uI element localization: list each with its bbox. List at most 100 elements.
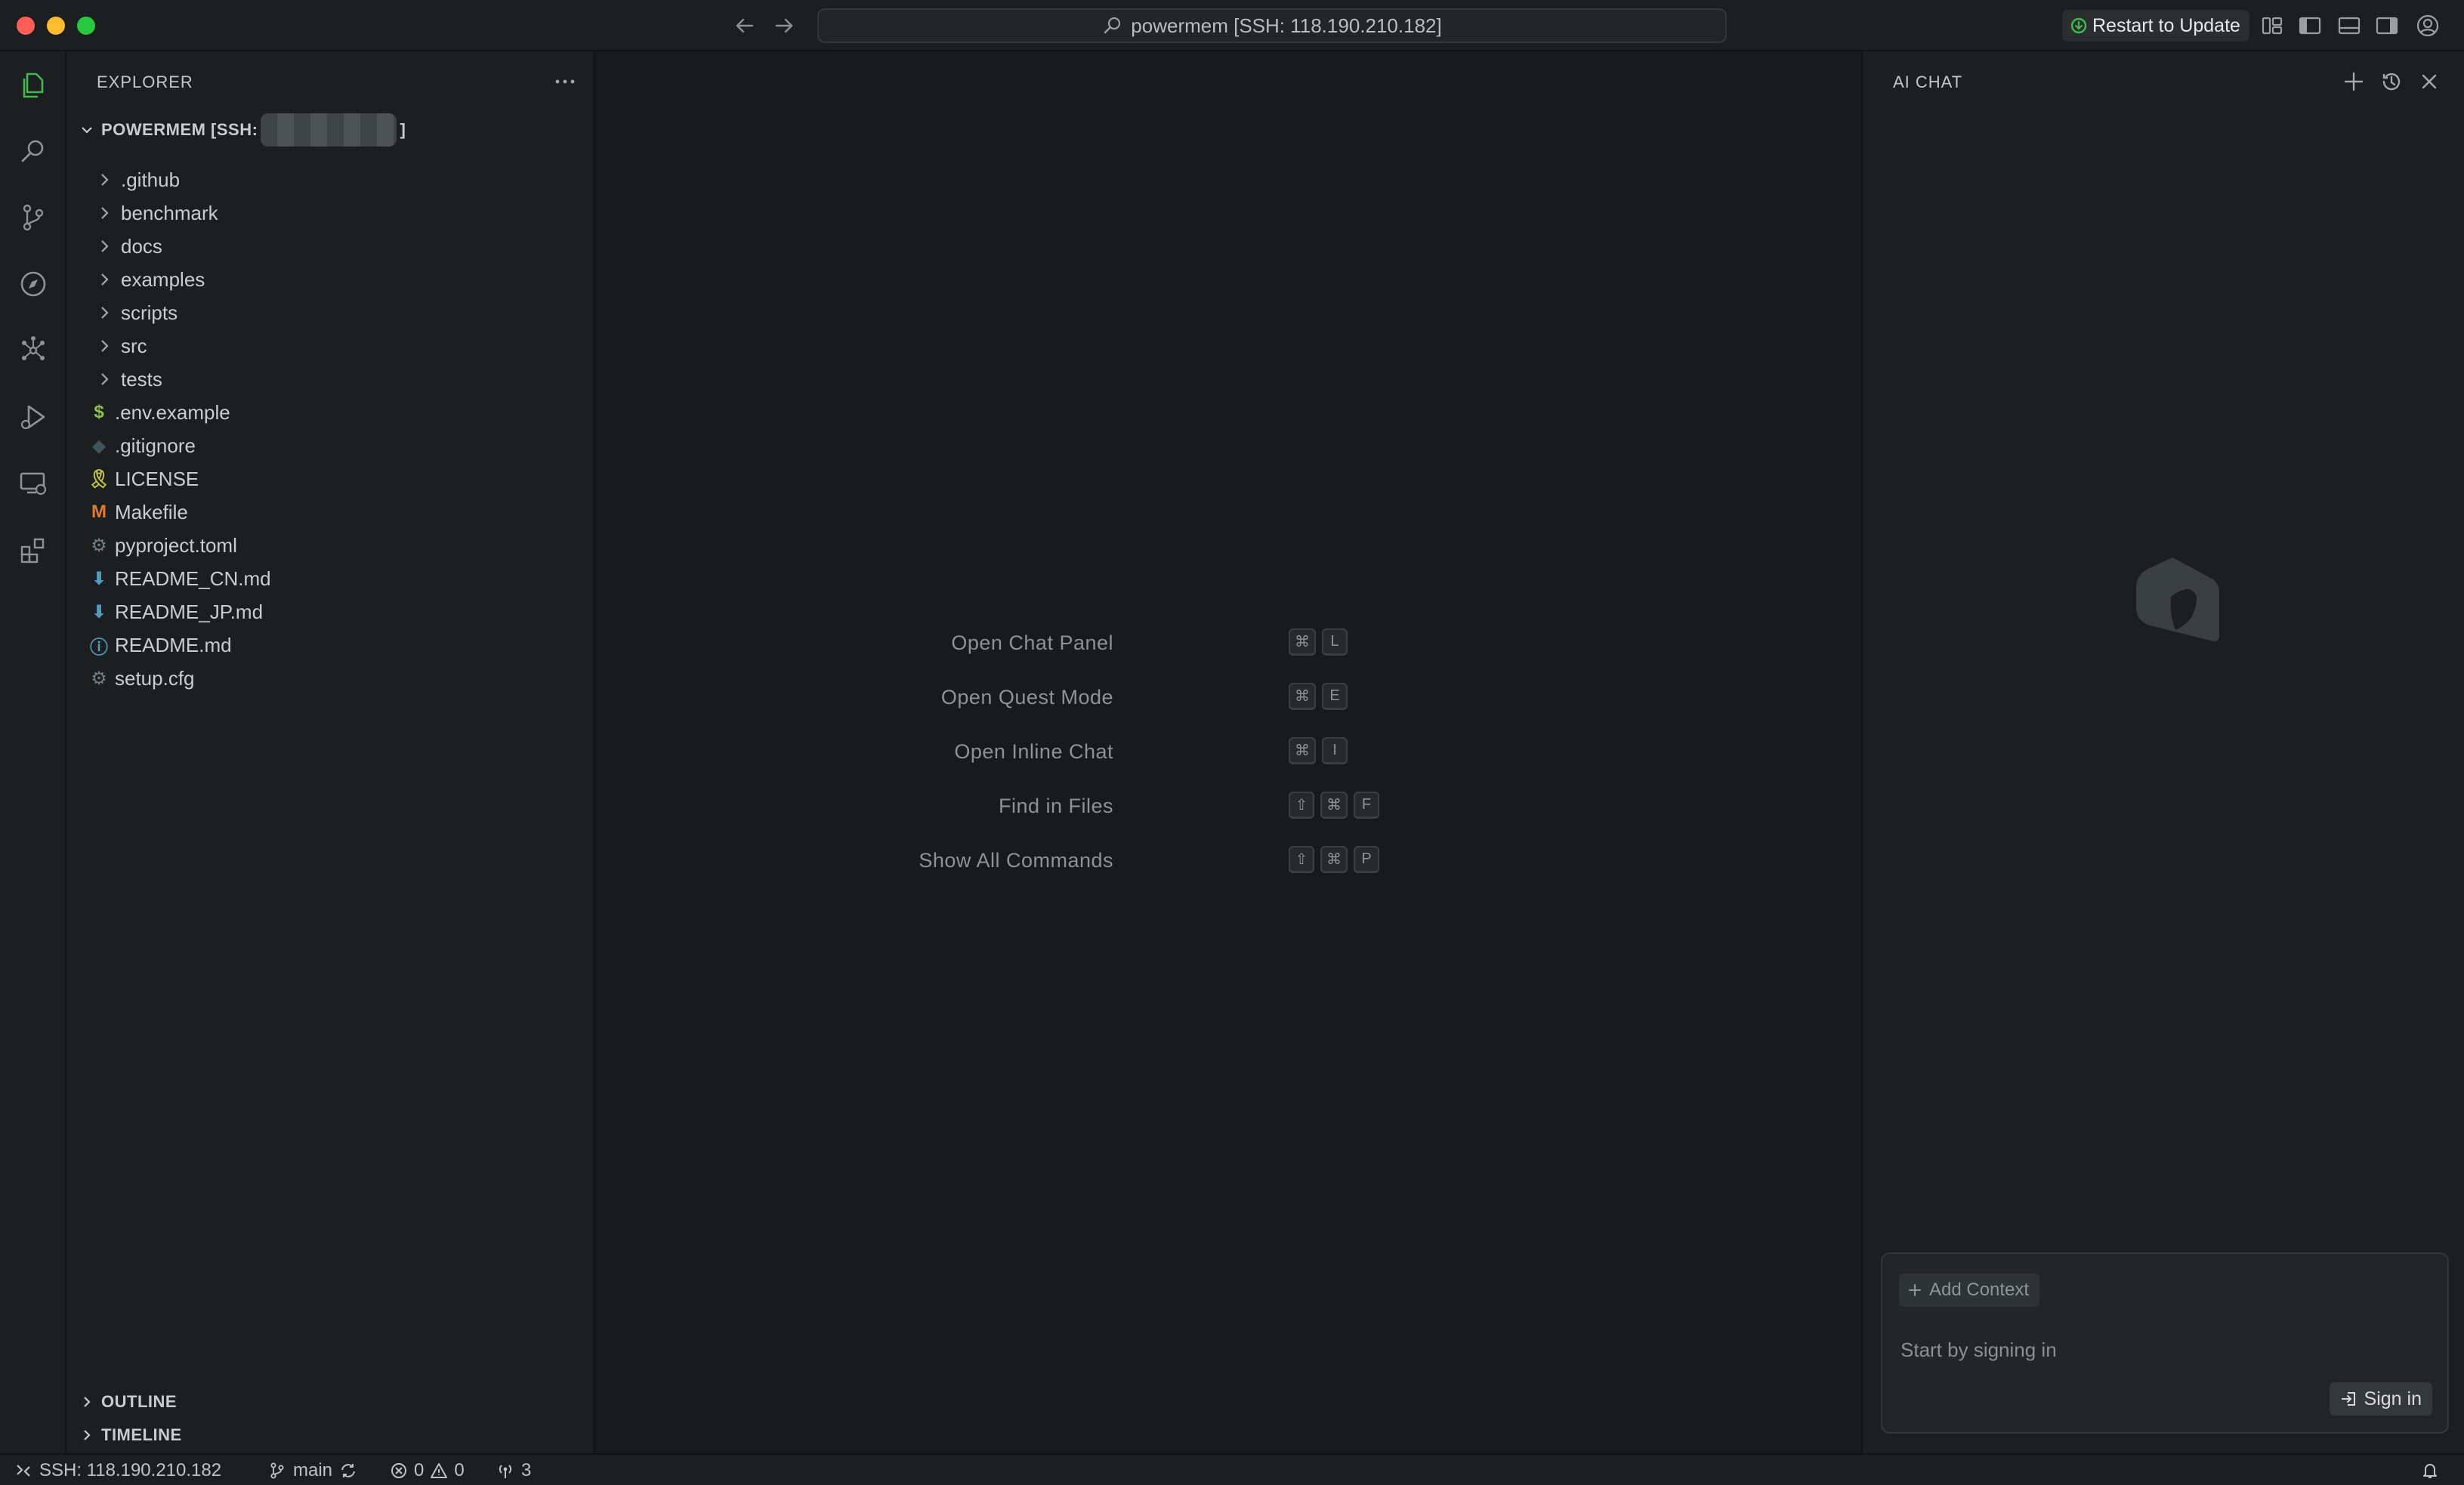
remote-indicator[interactable]: SSH: 118.190.210.182 [14, 1455, 221, 1485]
branch-indicator[interactable]: main [267, 1455, 358, 1485]
file-row[interactable]: 🎗 LICENSE [66, 462, 595, 496]
file-name: pyproject.toml [115, 533, 237, 557]
folder-row[interactable]: scripts [66, 296, 595, 329]
chevron-down-icon [79, 122, 95, 138]
chevron-right-icon [95, 171, 113, 189]
sync-icon[interactable] [338, 1461, 358, 1480]
add-context-button[interactable]: Add Context [1899, 1274, 2040, 1307]
error-count: 0 [414, 1460, 425, 1480]
keycap: ⌘ [1320, 846, 1348, 873]
shortcut-label[interactable]: Find in Files [999, 795, 1113, 818]
account-icon[interactable] [2414, 12, 2441, 39]
sign-in-button[interactable]: Sign in [2329, 1382, 2432, 1416]
keycap: ⌘ [1289, 683, 1316, 710]
file-row[interactable]: ⚙ setup.cfg [66, 662, 595, 695]
window-minimize-button[interactable] [47, 17, 65, 35]
file-type-icon: ⚙ [91, 668, 107, 689]
folder-row[interactable]: src [66, 329, 595, 363]
update-icon [2070, 17, 2088, 35]
file-type-icon: ⚙ [91, 535, 107, 556]
window-close-button[interactable] [17, 17, 35, 35]
chevron-right-icon [95, 337, 113, 355]
new-chat-icon[interactable] [2340, 68, 2367, 95]
file-row[interactable]: M Makefile [66, 496, 595, 529]
keycap: ⇧ [1289, 792, 1314, 819]
git-branch-icon [267, 1461, 287, 1480]
shortcut-label[interactable]: Open Quest Mode [941, 686, 1113, 709]
file-type-icon: M [91, 502, 107, 522]
file-row[interactable]: ◆ .gitignore [66, 429, 595, 462]
command-center-search[interactable]: powermem [SSH: 118.190.210.182] [817, 8, 1727, 43]
shortcut-keys: ⇧ ⌘ F [1289, 792, 1379, 819]
shortcut-keys: ⌘ L [1289, 628, 1348, 656]
chevron-right-icon [95, 237, 113, 255]
search-icon [1102, 15, 1123, 36]
folder-name: docs [121, 234, 162, 258]
shortcut-hint-row: Find in Files ⇧ ⌘ F [595, 792, 1861, 822]
close-icon[interactable] [2416, 68, 2443, 95]
chat-input-box[interactable]: Add Context Start by signing in Sign in [1881, 1252, 2449, 1434]
explorer-icon[interactable] [17, 68, 50, 101]
file-name: README_JP.md [115, 600, 264, 623]
folder-row[interactable]: tests [66, 363, 595, 396]
notifications-bell[interactable] [2420, 1455, 2440, 1485]
folder-row[interactable]: docs [66, 230, 595, 263]
ports-indicator[interactable]: 3 [496, 1455, 531, 1485]
shortcut-hint-row: Open Inline Chat ⌘ I [595, 737, 1861, 767]
shortcut-keys: ⇧ ⌘ P [1289, 846, 1379, 873]
forward-arrow-icon[interactable] [769, 11, 799, 41]
toggle-secondary-sidebar-icon[interactable] [2373, 12, 2401, 39]
outline-label: OUTLINE [101, 1392, 178, 1411]
bell-icon [2420, 1461, 2440, 1480]
restart-label: Restart to Update [2092, 14, 2240, 36]
shortcut-keys: ⌘ I [1289, 737, 1348, 764]
more-actions-icon[interactable] [550, 66, 580, 97]
file-name: .env.example [115, 400, 230, 424]
file-row[interactable]: ⬇ README_JP.md [66, 595, 595, 628]
keycap: E [1322, 683, 1348, 710]
compass-icon[interactable] [17, 267, 50, 301]
shortcut-hint-row: Open Quest Mode ⌘ E [595, 683, 1861, 713]
toggle-primary-sidebar-icon[interactable] [2296, 12, 2324, 39]
file-type-icon: ◆ [91, 435, 107, 456]
status-bar: SSH: 118.190.210.182 main 0 0 3 [0, 1453, 2464, 1485]
editor-area: Open Chat Panel ⌘ L Open Quest Mode ⌘ E Open I… [595, 51, 1861, 1453]
window-maximize-button[interactable] [77, 17, 95, 35]
run-debug-icon[interactable] [17, 400, 50, 434]
back-arrow-icon[interactable] [730, 11, 760, 41]
folder-name: benchmark [121, 201, 218, 224]
plus-icon [1907, 1282, 1923, 1298]
file-row[interactable]: $ .env.example [66, 396, 595, 429]
history-icon[interactable] [2378, 68, 2405, 95]
folder-row[interactable]: examples [66, 263, 595, 296]
workspace-root[interactable]: POWERMEM [SSH: ] [74, 113, 406, 147]
problems-indicator[interactable]: 0 0 [390, 1455, 465, 1485]
folder-name: examples [121, 267, 205, 291]
graph-icon[interactable] [17, 334, 50, 367]
explorer-sidebar: EXPLORER POWERMEM [SSH: ] .github benchma… [66, 51, 595, 1453]
source-control-icon[interactable] [17, 201, 50, 234]
search-icon[interactable] [17, 134, 50, 168]
file-type-icon: ⬇ [91, 601, 107, 622]
activity-bar [0, 51, 66, 1453]
keycap: ⇧ [1289, 846, 1314, 873]
extensions-icon[interactable] [17, 533, 50, 567]
timeline-section[interactable]: TIMELINE [74, 1420, 182, 1450]
folder-row[interactable]: .github [66, 163, 595, 196]
keycap: P [1354, 846, 1379, 873]
restart-to-update-button[interactable]: Restart to Update [2062, 10, 2249, 42]
file-row[interactable]: ⓘ README.md [66, 628, 595, 662]
outline-section[interactable]: OUTLINE [74, 1387, 177, 1417]
shortcut-hint-row: Show All Commands ⇧ ⌘ P [595, 846, 1861, 876]
file-row[interactable]: ⬇ README_CN.md [66, 562, 595, 595]
toggle-panel-icon[interactable] [2336, 12, 2363, 39]
remote-explorer-icon[interactable] [17, 467, 50, 500]
file-type-icon: ⬇ [91, 568, 107, 589]
customize-layout-icon[interactable] [2259, 12, 2286, 39]
shortcut-label[interactable]: Show All Commands [919, 849, 1113, 872]
folder-row[interactable]: benchmark [66, 196, 595, 230]
shortcut-label[interactable]: Open Chat Panel [951, 631, 1113, 655]
command-center-label: powermem [SSH: 118.190.210.182] [1131, 14, 1442, 37]
shortcut-label[interactable]: Open Inline Chat [954, 740, 1113, 764]
file-row[interactable]: ⚙ pyproject.toml [66, 529, 595, 562]
